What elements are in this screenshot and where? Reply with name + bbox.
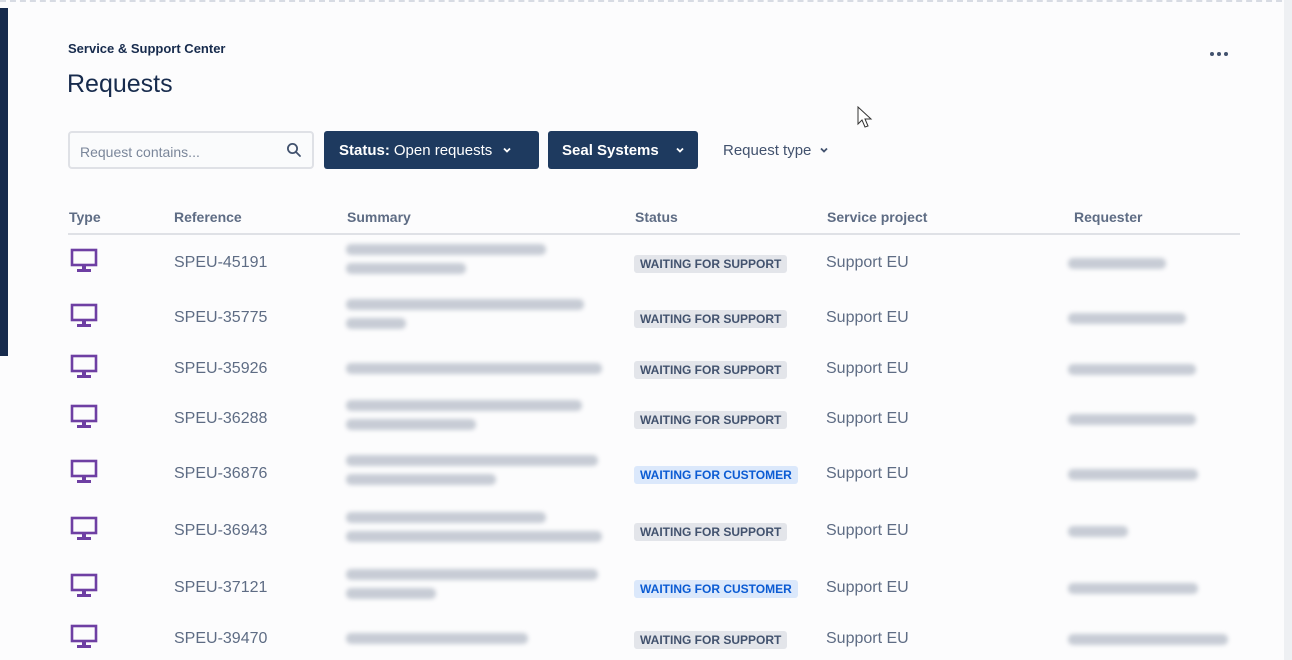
monitor-icon [70, 354, 98, 378]
service-project-cell: Support EU [826, 309, 909, 326]
requester-name-blurred [1068, 364, 1208, 383]
right-scroll-edge [1284, 0, 1292, 660]
table-row[interactable]: SPEU-45191 WAITING FOR SUPPORT Support EU [68, 244, 1240, 295]
service-project-cell: Support EU [826, 465, 909, 482]
monitor-icon [70, 573, 98, 597]
request-reference-link[interactable]: SPEU-35926 [174, 360, 267, 378]
requester-name-blurred [1068, 469, 1208, 488]
request-reference-link[interactable]: SPEU-35775 [174, 309, 267, 327]
requester-name-blurred [1068, 526, 1208, 545]
monitor-icon [70, 624, 98, 648]
organization-filter-button[interactable]: Seal Systems [548, 131, 698, 169]
request-reference-link[interactable]: SPEU-37121 [174, 579, 267, 597]
monitor-icon [70, 404, 98, 428]
request-summary-blurred[interactable] [346, 633, 608, 652]
status-badge: WAITING FOR SUPPORT [634, 361, 788, 379]
request-summary-blurred[interactable] [346, 400, 608, 438]
monitor-icon [70, 248, 98, 272]
request-reference-link[interactable]: SPEU-39470 [174, 630, 267, 648]
breadcrumb[interactable]: Service & Support Center [68, 41, 226, 56]
service-project-cell: Support EU [826, 254, 909, 271]
service-project-cell: Support EU [826, 579, 909, 596]
table-row[interactable]: SPEU-36876 WAITING FOR CUSTOMER Support EU [68, 455, 1240, 506]
table-row[interactable]: SPEU-39470 WAITING FOR SUPPORT Support EU [68, 624, 1240, 660]
table-row[interactable]: SPEU-35926 WAITING FOR SUPPORT Support EU [68, 354, 1240, 401]
requester-name-blurred [1068, 313, 1208, 332]
requests-page: Service & Support Center Requests Status… [0, 0, 1292, 660]
requester-name-blurred [1068, 634, 1228, 653]
chevron-down-icon [820, 147, 829, 153]
request-summary-blurred[interactable] [346, 569, 608, 607]
left-accent-bar [0, 8, 8, 356]
table-row[interactable]: SPEU-35775 WAITING FOR SUPPORT Support EU [68, 299, 1240, 350]
status-badge: WAITING FOR SUPPORT [634, 631, 788, 649]
monitor-icon [70, 459, 98, 483]
request-type-filter-button[interactable]: Request type [710, 131, 852, 169]
status-badge: WAITING FOR SUPPORT [634, 310, 788, 328]
status-filter-button[interactable]: Status: Open requests [324, 131, 539, 169]
column-header-service-project[interactable]: Service project [827, 209, 927, 225]
service-project-cell: Support EU [826, 630, 909, 647]
requester-name-blurred [1068, 414, 1208, 433]
request-reference-link[interactable]: SPEU-45191 [174, 254, 267, 272]
chevron-down-icon [676, 147, 684, 153]
more-icon [1210, 52, 1214, 56]
request-summary-blurred[interactable] [346, 455, 608, 493]
request-summary-blurred[interactable] [346, 363, 608, 382]
request-summary-blurred[interactable] [346, 244, 608, 282]
column-header-reference[interactable]: Reference [174, 209, 242, 225]
request-type-filter-label: Request type [723, 141, 812, 159]
status-badge: WAITING FOR CUSTOMER [634, 580, 798, 598]
service-project-cell: Support EU [826, 410, 909, 427]
status-filter-value: Open requests [393, 141, 493, 159]
search-box[interactable] [68, 131, 314, 169]
request-summary-blurred[interactable] [346, 299, 608, 337]
request-reference-link[interactable]: SPEU-36876 [174, 465, 267, 483]
requester-name-blurred [1068, 583, 1208, 602]
table-row[interactable]: SPEU-37121 WAITING FOR CUSTOMER Support EU [68, 569, 1240, 620]
service-project-cell: Support EU [826, 522, 909, 539]
column-header-summary[interactable]: Summary [347, 209, 411, 225]
more-actions-button[interactable] [1204, 44, 1234, 64]
status-filter-label: Status: [339, 141, 390, 159]
table-row[interactable]: SPEU-36288 WAITING FOR SUPPORT Support EU [68, 400, 1240, 451]
requester-name-blurred [1068, 258, 1208, 277]
column-header-requester[interactable]: Requester [1074, 209, 1142, 225]
search-input[interactable] [78, 141, 282, 163]
request-reference-link[interactable]: SPEU-36288 [174, 410, 267, 428]
table-row[interactable]: SPEU-36943 WAITING FOR SUPPORT Support EU [68, 512, 1240, 563]
search-icon[interactable] [286, 142, 302, 158]
request-reference-link[interactable]: SPEU-36943 [174, 522, 267, 540]
mouse-cursor-icon [857, 106, 873, 128]
chevron-down-icon [503, 147, 511, 153]
column-header-type[interactable]: Type [69, 209, 101, 225]
request-summary-blurred[interactable] [346, 512, 608, 550]
column-header-status[interactable]: Status [635, 209, 678, 225]
header-divider [68, 233, 1240, 235]
monitor-icon [70, 516, 98, 540]
status-badge: WAITING FOR SUPPORT [634, 255, 788, 273]
organization-filter-label: Seal Systems [562, 141, 659, 159]
status-badge: WAITING FOR SUPPORT [634, 411, 788, 429]
status-badge: WAITING FOR SUPPORT [634, 523, 788, 541]
page-title: Requests [67, 70, 173, 98]
top-divider [0, 0, 1292, 4]
monitor-icon [70, 303, 98, 327]
status-badge: WAITING FOR CUSTOMER [634, 466, 798, 484]
service-project-cell: Support EU [826, 360, 909, 377]
